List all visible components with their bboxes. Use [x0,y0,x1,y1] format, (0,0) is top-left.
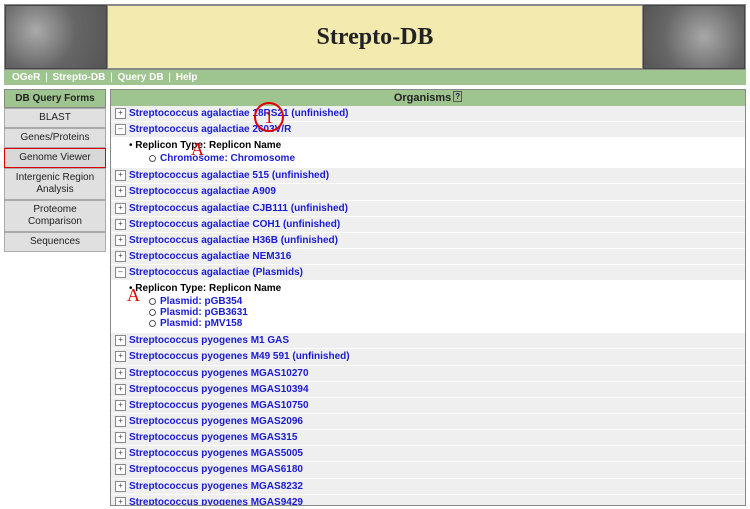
organism-link[interactable]: Streptococcus pyogenes MGAS8232 [129,481,303,492]
nav-link-help[interactable]: Help [176,72,198,83]
sidebar-item-proteome-comparison[interactable]: Proteome Comparison [4,200,106,232]
nav-link-streptodb[interactable]: Strepto-DB [53,72,106,83]
organism-row: +Streptococcus agalactiae COH1 (unfinish… [111,217,745,233]
content-header: Organisms? [111,90,745,106]
organism-link[interactable]: Streptococcus agalactiae NEM316 [129,251,291,262]
replicon-block: • Replicon Type: Replicon Name Chromosome… [111,138,745,168]
sidebar-header: DB Query Forms [4,89,106,108]
sidebar-item-sequences[interactable]: Sequences [4,232,106,252]
organism-link[interactable]: Streptococcus pyogenes MGAS10750 [129,400,309,411]
expand-icon[interactable]: – [115,267,126,278]
expand-icon[interactable]: + [115,464,126,475]
organism-row: +Streptococcus pyogenes MGAS9429 [111,495,745,506]
organism-row: –Streptococcus agalactiae (Plasmids) [111,265,745,281]
replicon-item: Plasmid: pMV158 [149,318,741,329]
nav-link-querydb[interactable]: Query DB [117,72,163,83]
expand-icon[interactable]: + [115,186,126,197]
organism-row: +Streptococcus pyogenes MGAS10394 [111,382,745,398]
replicon-item: Plasmid: pGB354 [149,296,741,307]
organism-link[interactable]: Streptococcus pyogenes MGAS2096 [129,416,303,427]
replicon-link[interactable]: Plasmid: pGB3631 [160,307,248,318]
sidebar-item-genes-proteins[interactable]: Genes/Proteins [4,128,106,148]
organism-row: +Streptococcus agalactiae H36B (unfinish… [111,233,745,249]
expand-icon[interactable]: + [115,351,126,362]
bullet-icon [149,298,156,305]
organism-link[interactable]: Streptococcus pyogenes MGAS6180 [129,465,303,476]
organism-row: +Streptococcus pyogenes MGAS2096 [111,414,745,430]
header: Strepto-DB [4,4,746,70]
content-panel: Organisms? +Streptococcus agalactiae 18R… [110,89,746,506]
organism-row: +Streptococcus pyogenes M49 591 (unfinis… [111,349,745,365]
app-title: Strepto-DB [107,5,643,69]
organism-link[interactable]: Streptococcus agalactiae CJB111 (unfinis… [129,203,348,214]
organism-row: +Streptococcus pyogenes MGAS5005 [111,446,745,462]
navbar: OGeR | Strepto-DB | Query DB | Help [4,70,746,85]
organism-row: +Streptococcus pyogenes M1 GAS [111,333,745,349]
organism-link[interactable]: Streptococcus agalactiae 515 (unfinished… [129,170,329,181]
organism-link[interactable]: Streptococcus agalactiae COH1 (unfinishe… [129,219,340,230]
replicon-item: Chromosome: Chromosome [149,153,741,164]
organism-link[interactable]: Streptococcus agalactiae A909 [129,187,276,198]
organism-link[interactable]: Streptococcus pyogenes MGAS10270 [129,368,309,379]
sidebar-item-blast[interactable]: BLAST [4,108,106,128]
expand-icon[interactable]: + [115,384,126,395]
header-image-right [643,5,745,69]
organism-link[interactable]: Streptococcus agalactiae 18RS21 (unfinis… [129,108,349,119]
replicon-header: • Replicon Type: Replicon Name [129,283,741,294]
expand-icon[interactable]: – [115,124,126,135]
expand-icon[interactable]: + [115,448,126,459]
bullet-icon [149,155,156,162]
organism-link[interactable]: Streptococcus pyogenes MGAS5005 [129,448,303,459]
organism-row: +Streptococcus agalactiae A909 [111,184,745,200]
expand-icon[interactable]: + [115,432,126,443]
organism-link[interactable]: Streptococcus agalactiae H36B (unfinishe… [129,235,338,246]
expand-icon[interactable]: + [115,203,126,214]
organism-row: +Streptococcus agalactiae CJB111 (unfini… [111,201,745,217]
organism-row: +Streptococcus pyogenes MGAS10750 [111,398,745,414]
organism-row: +Streptococcus agalactiae NEM316 [111,249,745,265]
expand-icon[interactable]: + [115,219,126,230]
organism-row: +Streptococcus pyogenes MGAS10270 [111,366,745,382]
sidebar-item-genome-viewer[interactable]: Genome Viewer [4,148,106,168]
expand-icon[interactable]: + [115,368,126,379]
organism-row: +Streptococcus pyogenes MGAS8232 [111,479,745,495]
expand-icon[interactable]: + [115,335,126,346]
expand-icon[interactable]: + [115,251,126,262]
expand-icon[interactable]: + [115,416,126,427]
organism-link[interactable]: Streptococcus pyogenes M1 GAS [129,335,289,346]
expand-icon[interactable]: + [115,400,126,411]
expand-icon[interactable]: + [115,235,126,246]
sidebar-item-intergenic-region[interactable]: Intergenic Region Analysis [4,168,106,200]
bullet-icon [149,309,156,316]
organism-link[interactable]: Streptococcus agalactiae (Plasmids) [129,267,303,278]
expand-icon[interactable]: + [115,481,126,492]
replicon-link[interactable]: Plasmid: pGB354 [160,296,242,307]
replicon-header: • Replicon Type: Replicon Name [129,140,741,151]
organism-row: –Streptococcus agalactiae 2603V/R [111,122,745,138]
replicon-block: • Replicon Type: Replicon Name Plasmid: p… [111,281,745,333]
organism-row: +Streptococcus agalactiae 515 (unfinishe… [111,168,745,184]
nav-link-oger[interactable]: OGeR [12,72,40,83]
organism-link[interactable]: Streptococcus agalactiae 2603V/R [129,124,291,135]
organism-link[interactable]: Streptococcus pyogenes MGAS315 [129,432,297,443]
content-title: Organisms [394,92,451,104]
replicon-link[interactable]: Plasmid: pMV158 [160,318,242,329]
organism-row: +Streptococcus agalactiae 18RS21 (unfini… [111,106,745,122]
bullet-icon [149,320,156,327]
organism-link[interactable]: Streptococcus pyogenes M49 591 (unfinish… [129,352,350,363]
replicon-link[interactable]: Chromosome: Chromosome [160,153,295,164]
replicon-item: Plasmid: pGB3631 [149,307,741,318]
sidebar: DB Query Forms BLAST Genes/Proteins Geno… [4,89,106,506]
expand-icon[interactable]: + [115,170,126,181]
expand-icon[interactable]: + [115,108,126,119]
help-icon[interactable]: ? [453,91,462,102]
header-image-left [5,5,107,69]
organism-row: +Streptococcus pyogenes MGAS315 [111,430,745,446]
organism-link[interactable]: Streptococcus pyogenes MGAS10394 [129,384,309,395]
organism-list: +Streptococcus agalactiae 18RS21 (unfini… [111,106,745,506]
organism-row: +Streptococcus pyogenes MGAS6180 [111,462,745,478]
